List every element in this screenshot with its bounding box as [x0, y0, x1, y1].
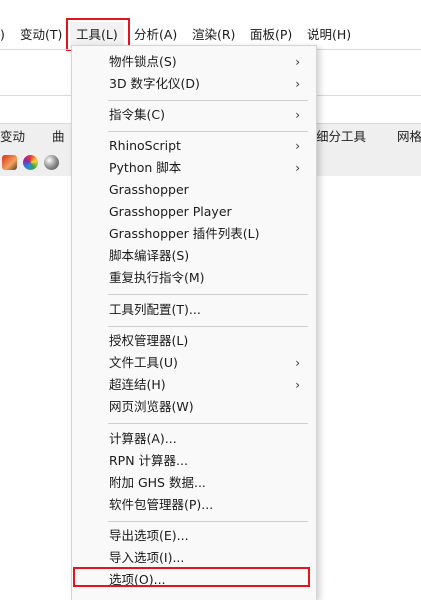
- tab-subd-tools[interactable]: 细分工具: [316, 124, 366, 150]
- menu-item-command-sets[interactable]: 指令集(C) ›: [72, 104, 316, 126]
- menu-item-label: 物件锁点(S): [109, 54, 177, 69]
- menu-separator: [108, 131, 308, 132]
- menu-item-rpn-calculator[interactable]: RPN 计算器...: [72, 450, 316, 472]
- menu-item-grasshopper[interactable]: Grasshopper: [72, 179, 316, 201]
- menu-item-label: 导入选项(I)...: [109, 550, 185, 565]
- menu-item-repeat-command[interactable]: 重复执行指令(M): [72, 267, 316, 289]
- menu-item-grasshopper-player[interactable]: Grasshopper Player: [72, 201, 316, 223]
- menu-item-label: Python 脚本: [109, 160, 182, 175]
- submenu-arrow-icon: ›: [295, 356, 300, 370]
- tab-curve[interactable]: 曲: [52, 124, 65, 150]
- menu-item-label: 授权管理器(L): [109, 333, 189, 348]
- menu-item-object-snap[interactable]: 物件锁点(S) ›: [72, 51, 316, 73]
- color-wheel-icon[interactable]: [23, 155, 38, 170]
- menu-item-options[interactable]: 选项(O)...: [72, 569, 316, 591]
- menu-item-script-editor[interactable]: 脚本编译器(S): [72, 245, 316, 267]
- menu-item-partial[interactable]: ): [0, 22, 5, 48]
- submenu-arrow-icon: ›: [295, 378, 300, 392]
- submenu-arrow-icon: ›: [295, 108, 300, 122]
- menu-item-attach-ghs-data[interactable]: 附加 GHS 数据...: [72, 472, 316, 494]
- menu-item-import-options[interactable]: 导入选项(I)...: [72, 547, 316, 569]
- submenu-arrow-icon: ›: [295, 55, 300, 69]
- menu-item-label: 文件工具(U): [109, 355, 178, 370]
- menu-item-3d-digitizer[interactable]: 3D 数字化仪(D) ›: [72, 73, 316, 95]
- menu-item-calculator[interactable]: 计算器(A)...: [72, 428, 316, 450]
- menu-transform[interactable]: 变动(T): [20, 22, 62, 48]
- submenu-arrow-icon: ›: [295, 77, 300, 91]
- menu-item-label: 软件包管理器(P)...: [109, 497, 214, 512]
- menu-separator: [108, 521, 308, 522]
- menu-item-label: RhinoScript: [109, 138, 181, 153]
- menu-item-label: 工具列配置(T)...: [109, 302, 201, 317]
- menu-item-label: 3D 数字化仪(D): [109, 76, 200, 91]
- submenu-arrow-icon: ›: [295, 161, 300, 175]
- menu-item-label: 导出选项(E)...: [109, 528, 189, 543]
- menu-item-web-browser[interactable]: 网页浏览器(W): [72, 396, 316, 418]
- menu-item-hyperlink[interactable]: 超连结(H) ›: [72, 374, 316, 396]
- tab-mesh[interactable]: 网格: [397, 124, 421, 150]
- tools-dropdown-menu: 物件锁点(S) › 3D 数字化仪(D) › 指令集(C) › RhinoScr…: [71, 45, 317, 600]
- menu-separator: [108, 423, 308, 424]
- sphere-icon[interactable]: [44, 155, 59, 170]
- menu-separator: [108, 100, 308, 101]
- menu-item-label: 计算器(A)...: [109, 431, 177, 446]
- tab-transform[interactable]: 变动: [0, 124, 25, 150]
- menu-item-label: Grasshopper: [109, 182, 189, 197]
- menu-item-label: 重复执行指令(M): [109, 270, 205, 285]
- menu-item-label: 选项(O)...: [109, 572, 166, 587]
- menu-item-label: Grasshopper Player: [109, 204, 232, 219]
- menu-item-grasshopper-plugin-list[interactable]: Grasshopper 插件列表(L): [72, 223, 316, 245]
- menu-separator: [108, 294, 308, 295]
- menu-item-export-options[interactable]: 导出选项(E)...: [72, 525, 316, 547]
- render-icon[interactable]: [2, 155, 17, 170]
- menu-item-label: 附加 GHS 数据...: [109, 475, 206, 490]
- menu-item-python-script[interactable]: Python 脚本 ›: [72, 157, 316, 179]
- menu-item-label: 脚本编译器(S): [109, 248, 190, 263]
- menu-item-label: RPN 计算器...: [109, 453, 188, 468]
- menu-separator: [108, 326, 308, 327]
- menu-item-rhinoscript[interactable]: RhinoScript ›: [72, 135, 316, 157]
- menu-item-package-manager[interactable]: 软件包管理器(P)...: [72, 494, 316, 516]
- menu-item-toolbar-layout[interactable]: 工具列配置(T)...: [72, 299, 316, 321]
- menu-item-file-utilities[interactable]: 文件工具(U) ›: [72, 352, 316, 374]
- menu-item-license-manager[interactable]: 授权管理器(L): [72, 330, 316, 352]
- menu-item-label: 网页浏览器(W): [109, 399, 194, 414]
- menu-item-label: 指令集(C): [109, 107, 165, 122]
- menu-item-label: 超连结(H): [109, 377, 166, 392]
- menu-item-label: Grasshopper 插件列表(L): [109, 226, 260, 241]
- submenu-arrow-icon: ›: [295, 139, 300, 153]
